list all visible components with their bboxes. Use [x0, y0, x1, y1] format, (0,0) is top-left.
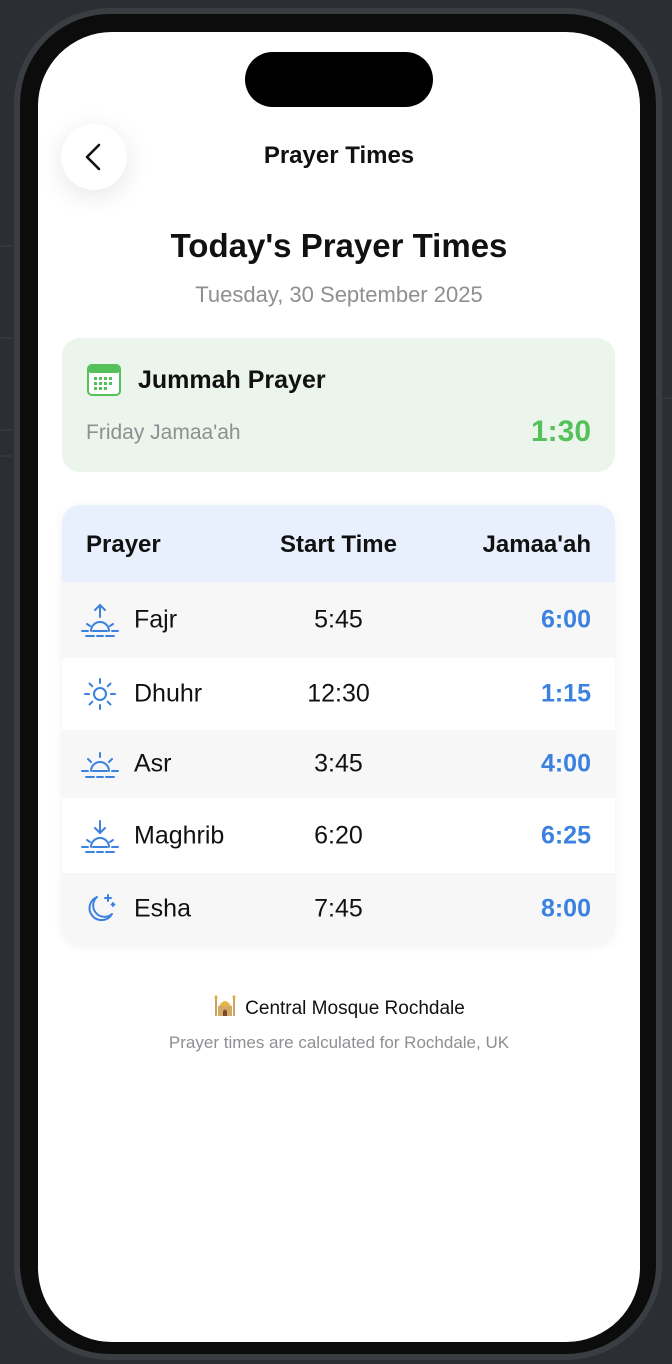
- app-screen: Prayer Times Today's Prayer Times Tuesda…: [38, 32, 640, 1342]
- page-date: Tuesday, 30 September 2025: [195, 282, 483, 307]
- start-time: 12:30: [307, 679, 370, 708]
- nav-title: Prayer Times: [263, 142, 415, 169]
- jummah-card: Jummah Prayer Friday Jamaa'ah 1:30: [62, 338, 615, 472]
- jamaah-time: 6:00: [540, 605, 591, 634]
- start-time: 7:45: [314, 894, 363, 922]
- jummah-title: Jummah Prayer: [138, 366, 326, 394]
- jamaah-time: 6:25: [540, 821, 591, 849]
- dynamic-island: [245, 52, 433, 107]
- start-time: 3:45: [314, 749, 363, 778]
- table-row: Maghrib 6:20 6:25: [62, 798, 615, 873]
- location-note: Prayer times are calculated for Rochdale…: [168, 1033, 510, 1052]
- jamaah-time: 1:15: [540, 679, 591, 708]
- table-row: Fajr 5:45 6:00: [62, 582, 615, 658]
- table-row: Asr 3:45 4:00: [62, 730, 615, 798]
- table-header: Prayer Start Time Jamaa'ah: [62, 505, 615, 582]
- mosque-name: Central Mosque Rochdale: [38, 994, 640, 1020]
- page-title: Today's Prayer Times: [170, 227, 508, 264]
- jummah-time: 1:30: [530, 415, 591, 448]
- mosque-name-text: Central Mosque Rochdale: [245, 998, 465, 1019]
- jamaah-time: 8:00: [540, 894, 591, 922]
- start-time: 6:20: [314, 821, 363, 849]
- mosque-icon: [214, 995, 236, 1016]
- prayer-times-table: Prayer Start Time Jamaa'ah Fajr 5:45 6:0…: [62, 505, 615, 944]
- start-time: 5:45: [314, 605, 363, 634]
- table-row: Dhuhr 12:30 1:15: [62, 658, 615, 730]
- jamaah-time: 4:00: [540, 749, 591, 778]
- jummah-subtitle: Friday Jamaa'ah: [86, 421, 241, 444]
- table-row: Esha 7:45 8:00: [62, 873, 615, 944]
- calendar-icon: [87, 364, 121, 396]
- column-header-jamaah: Jamaa'ah: [482, 531, 591, 558]
